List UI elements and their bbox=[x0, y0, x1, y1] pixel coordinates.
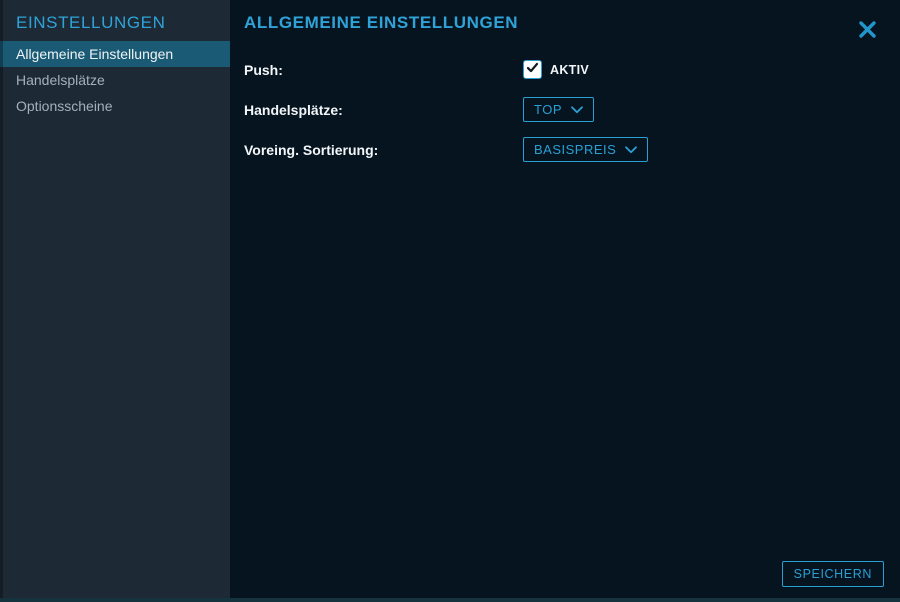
push-label: Push: bbox=[244, 62, 523, 78]
form-row-push: Push: AKTIV bbox=[244, 57, 900, 82]
handelsplaetze-dropdown[interactable]: TOP bbox=[523, 97, 594, 122]
close-icon bbox=[857, 28, 878, 43]
push-control: AKTIV bbox=[523, 60, 589, 79]
chevron-down-icon bbox=[571, 106, 583, 114]
sidebar-item-optionsscheine[interactable]: Optionsscheine bbox=[0, 93, 230, 119]
settings-form: Push: AKTIV Handelsplätze: bbox=[244, 57, 900, 162]
main-panel: ALLGEMEINE EINSTELLUNGEN Push: bbox=[230, 0, 900, 602]
bottom-edge-strip bbox=[0, 598, 900, 602]
save-button[interactable]: SPEICHERN bbox=[782, 561, 884, 587]
sortierung-dropdown-value: BASISPREIS bbox=[534, 142, 616, 157]
sidebar-item-allgemeine-einstellungen[interactable]: Allgemeine Einstellungen bbox=[0, 41, 230, 67]
main-header: ALLGEMEINE EINSTELLUNGEN bbox=[244, 0, 900, 42]
push-checkbox-caption: AKTIV bbox=[550, 63, 589, 77]
sidebar-item-handelsplaetze[interactable]: Handelsplätze bbox=[0, 67, 230, 93]
sidebar-item-label: Handelsplätze bbox=[16, 72, 105, 88]
handelsplaetze-label: Handelsplätze: bbox=[244, 102, 523, 118]
sortierung-dropdown[interactable]: BASISPREIS bbox=[523, 137, 648, 162]
handelsplaetze-dropdown-value: TOP bbox=[534, 102, 562, 117]
sidebar: EINSTELLUNGEN Allgemeine Einstellungen H… bbox=[0, 0, 230, 602]
sortierung-control: BASISPREIS bbox=[523, 137, 648, 162]
form-row-handelsplaetze: Handelsplätze: TOP bbox=[244, 97, 900, 122]
sidebar-nav: Allgemeine Einstellungen Handelsplätze O… bbox=[0, 41, 230, 119]
settings-dialog: EINSTELLUNGEN Allgemeine Einstellungen H… bbox=[0, 0, 900, 602]
checkmark-icon bbox=[525, 60, 540, 80]
sidebar-item-label: Allgemeine Einstellungen bbox=[16, 46, 173, 62]
sortierung-label: Voreing. Sortierung: bbox=[244, 142, 523, 158]
close-button[interactable] bbox=[855, 17, 880, 42]
push-checkbox[interactable] bbox=[523, 60, 542, 79]
page-title: ALLGEMEINE EINSTELLUNGEN bbox=[244, 13, 518, 33]
form-row-sortierung: Voreing. Sortierung: BASISPREIS bbox=[244, 137, 900, 162]
sidebar-item-label: Optionsscheine bbox=[16, 98, 113, 114]
handelsplaetze-control: TOP bbox=[523, 97, 594, 122]
chevron-down-icon bbox=[625, 146, 637, 154]
sidebar-title: EINSTELLUNGEN bbox=[0, 0, 230, 41]
